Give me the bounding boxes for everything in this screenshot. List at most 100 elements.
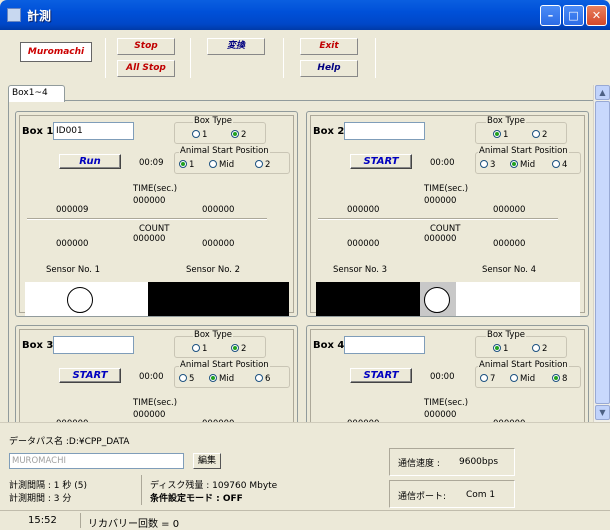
animal-marker xyxy=(424,287,450,313)
sensor-label: Sensor No. 2 xyxy=(186,265,241,275)
box-panel-2: Box 2 Box Type 1 2 Animal Start Position… xyxy=(306,111,589,317)
all-stop-button[interactable]: All Stop xyxy=(117,60,175,77)
box-title: Box 1 xyxy=(22,126,54,137)
tab-box1-4[interactable]: Box1~4 xyxy=(8,85,65,102)
sensor-label: Sensor No. 3 xyxy=(333,265,388,275)
operator-name-input[interactable]: MUROMACHI xyxy=(9,453,184,469)
box-title: Box 2 xyxy=(313,126,345,137)
radio-selected-icon xyxy=(231,344,239,352)
start-radio-3[interactable]: 3 xyxy=(480,160,495,170)
duration-text: 計測期間 : 3 分 xyxy=(9,494,72,504)
scroll-thumb[interactable] xyxy=(595,101,610,404)
divider xyxy=(141,475,142,505)
elapsed-timer: 00:09 xyxy=(139,158,164,168)
count-value: 000000 xyxy=(347,239,380,249)
scroll-down-icon[interactable]: ▼ xyxy=(595,405,610,420)
time-value: 000009 xyxy=(56,205,89,215)
count-value: 000000 xyxy=(56,239,89,249)
radio-icon xyxy=(192,130,200,138)
animal-id-input[interactable] xyxy=(344,122,425,140)
box-type-radio-2[interactable]: 2 xyxy=(532,344,547,354)
count-value: 000000 xyxy=(202,239,235,249)
start-radio-8[interactable]: 8 xyxy=(552,374,567,384)
start-radio-mid[interactable]: Mid xyxy=(510,374,535,384)
start-radio-mid[interactable]: Mid xyxy=(209,374,234,384)
animal-start-label: Animal Start Position xyxy=(179,360,270,370)
maximize-button[interactable]: □ xyxy=(563,5,584,26)
radio-icon xyxy=(480,374,488,382)
run-button[interactable]: Run xyxy=(59,154,121,169)
edit-button[interactable]: 編集 xyxy=(193,453,221,469)
box-type-label: Box Type xyxy=(486,330,527,340)
box-type-radio-2[interactable]: 2 xyxy=(231,344,246,354)
start-radio-7[interactable]: 7 xyxy=(480,374,495,384)
exit-button[interactable]: Exit xyxy=(300,38,358,55)
elapsed-timer: 00:00 xyxy=(430,158,455,168)
toolbar: Muromachi Stop All Stop 変換 Exit Help xyxy=(0,30,610,82)
vertical-scrollbar[interactable]: ▲ ▼ xyxy=(593,85,610,422)
box-type-group: Box Type 1 2 xyxy=(174,116,266,144)
start-radio-mid[interactable]: Mid xyxy=(209,160,234,170)
radio-selected-icon xyxy=(231,130,239,138)
sensor-view xyxy=(25,282,289,316)
box-type-radio-1[interactable]: 1 xyxy=(493,130,508,140)
animal-id-input[interactable]: ID001 xyxy=(53,122,134,140)
scroll-up-icon[interactable]: ▲ xyxy=(595,85,610,100)
tab-strip: Box1~4 xyxy=(8,85,598,102)
close-button[interactable]: ✕ xyxy=(586,5,607,26)
box-type-radio-1[interactable]: 1 xyxy=(493,344,508,354)
radio-icon xyxy=(480,160,488,168)
box-title: Box 4 xyxy=(313,340,345,351)
status-bar: 15:52 リカバリー回数 = 0 xyxy=(0,510,610,530)
radio-label: 6 xyxy=(265,374,271,384)
radio-icon xyxy=(209,160,217,168)
toolbar-divider xyxy=(283,38,284,78)
start-radio-1[interactable]: 1 xyxy=(179,160,194,170)
start-radio-5[interactable]: 5 xyxy=(179,374,194,384)
radio-label: Mid xyxy=(520,374,536,384)
start-radio-2[interactable]: 2 xyxy=(255,160,270,170)
radio-selected-icon xyxy=(179,160,187,168)
radio-label: 2 xyxy=(265,160,271,170)
radio-icon xyxy=(532,344,540,352)
count-label: COUNT xyxy=(430,224,461,234)
radio-label: Mid xyxy=(219,160,235,170)
start-radio-4[interactable]: 4 xyxy=(552,160,567,170)
start-button[interactable]: START xyxy=(350,368,412,383)
radio-label: 2 xyxy=(241,344,247,354)
start-button[interactable]: START xyxy=(350,154,412,169)
start-button[interactable]: START xyxy=(59,368,121,383)
animal-marker xyxy=(67,287,93,313)
start-radio-mid[interactable]: Mid xyxy=(510,160,535,170)
start-radio-6[interactable]: 6 xyxy=(255,374,270,384)
settings-panel: データパス名 :D:¥CPP_DATA MUROMACHI 編集 計測間隔 : … xyxy=(0,422,610,508)
box-title: Box 3 xyxy=(22,340,54,351)
box-type-radio-1[interactable]: 1 xyxy=(192,130,207,140)
box-type-radio-2[interactable]: 2 xyxy=(532,130,547,140)
convert-button[interactable]: 変換 xyxy=(207,38,265,55)
animal-id-input[interactable] xyxy=(53,336,134,354)
minimize-button[interactable]: – xyxy=(540,5,561,26)
radio-label: Mid xyxy=(520,160,536,170)
box-type-radio-2[interactable]: 2 xyxy=(231,130,246,140)
help-button[interactable]: Help xyxy=(300,60,358,77)
box-panel-3: Box 3 Box Type 1 2 Animal Start Position… xyxy=(15,325,298,422)
radio-selected-icon xyxy=(493,130,501,138)
box-type-radio-1[interactable]: 1 xyxy=(192,344,207,354)
radio-label: 4 xyxy=(562,160,568,170)
count-value: 000000 xyxy=(133,234,166,244)
animal-id-input[interactable] xyxy=(344,336,425,354)
disk-space-text: ディスク残量 : 109760 Mbyte xyxy=(150,481,278,491)
box-type-label: Box Type xyxy=(193,116,234,126)
radio-label: 1 xyxy=(189,160,195,170)
speed-label: 通信速度 : xyxy=(398,459,440,469)
animal-start-label: Animal Start Position xyxy=(478,146,569,156)
count-label: COUNT xyxy=(139,224,170,234)
count-value: 000000 xyxy=(493,239,526,249)
mode-text: 条件設定モード : OFF xyxy=(150,494,243,504)
radio-label: 1 xyxy=(503,130,509,140)
window-title: 計測 xyxy=(27,9,52,23)
interval-text: 計測間隔 : 1 秒 (5) xyxy=(9,481,87,491)
stop-button[interactable]: Stop xyxy=(117,38,175,55)
divider xyxy=(318,218,558,220)
